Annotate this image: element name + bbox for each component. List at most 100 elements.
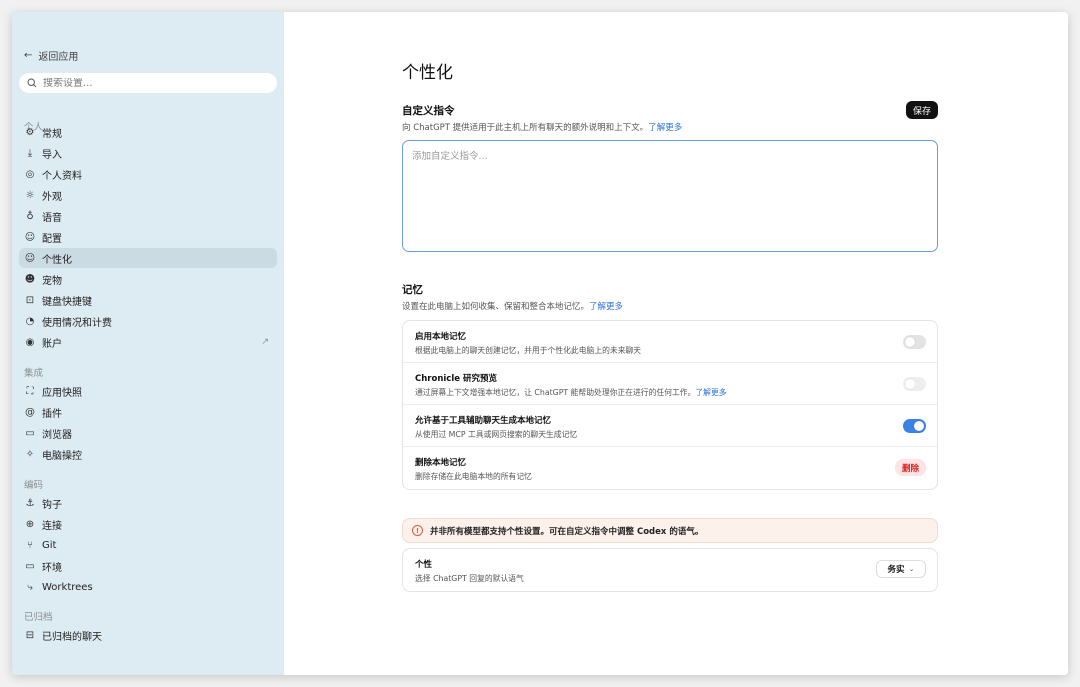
page-title: 个性化: [402, 63, 453, 83]
archive-icon: ⊟: [25, 629, 35, 641]
git-icon: ⑂: [27, 539, 33, 551]
external-link-icon: ↗: [261, 337, 269, 347]
row-title: 个性: [415, 560, 433, 570]
toggle-knob: [905, 337, 915, 347]
sidebar-item-archived-chats[interactable]: ⊟ 已归档的聊天: [19, 625, 277, 645]
sidebar-item-label: 应用快照: [42, 387, 82, 399]
search-input[interactable]: [43, 77, 263, 89]
sidebar-item-label: 账户: [42, 338, 62, 350]
sidebar-item-label: 键盘快捷键: [42, 296, 92, 308]
sidebar-item-environment[interactable]: ▭ 环境: [19, 556, 277, 576]
search-box: [19, 73, 277, 93]
sidebar-item-connections[interactable]: ⊕ 连接: [19, 514, 277, 534]
row-title: Chronicle 研究预览: [415, 374, 497, 384]
sidebar: ← 返回应用 个人 ⚙常规 ⤓导入 ◎个人资料 ☼外观 ♁语音 ☺配置 ☺个性化…: [12, 12, 284, 675]
sidebar-item-label: 环境: [42, 562, 62, 574]
sidebar-item-appearance[interactable]: ☼ 外观: [19, 185, 277, 205]
desc-text: 向 ChatGPT 提供适用于此主机上所有聊天的额外说明和上下文。: [402, 123, 649, 133]
sidebar-item-label: 钩子: [42, 499, 62, 511]
sidebar-item-label: 外观: [42, 191, 62, 203]
sidebar-item-worktrees[interactable]: ⤷ Worktrees: [19, 577, 277, 597]
sparkle-icon: ✧: [25, 448, 35, 460]
save-button[interactable]: 保存: [906, 101, 938, 119]
section-archived: 已归档: [24, 612, 53, 623]
learn-more-link[interactable]: 了解更多: [589, 302, 623, 312]
row-desc-text: 通过屏幕上下文增强本地记忆，让 ChatGPT 能帮助处理你正在进行的任何工作。: [415, 388, 696, 397]
sidebar-item-personalization[interactable]: ☺ 个性化: [19, 248, 277, 268]
sidebar-item-pet[interactable]: ☻ 宠物: [19, 269, 277, 289]
sidebar-item-label: Worktrees: [42, 581, 93, 593]
row-desc: 从使用过 MCP 工具或网页搜索的聊天生成记忆: [415, 430, 578, 439]
learn-more-link[interactable]: 了解更多: [648, 123, 682, 133]
sidebar-item-git[interactable]: ⑂ Git: [19, 535, 277, 555]
memory-row-chronicle: Chronicle 研究预览 通过屏幕上下文增强本地记忆，让 ChatGPT 能…: [403, 363, 937, 405]
snapshot-icon: ⛶: [26, 385, 34, 397]
sidebar-item-computer-control[interactable]: ✧ 电脑操控: [19, 444, 277, 464]
sidebar-item-label: Git: [42, 539, 57, 551]
chronicle-toggle[interactable]: [903, 377, 926, 391]
gear-icon: ⚙: [25, 126, 35, 138]
personality-dropdown[interactable]: 务实 ⌄: [876, 560, 926, 578]
smile-icon: ☺: [24, 252, 36, 264]
warning-text: 并非所有模型都支持个性设置。可在自定义指令中调整 Codex 的语气。: [430, 526, 704, 537]
toggle-knob: [914, 421, 924, 431]
back-label: 返回应用: [38, 52, 79, 63]
gauge-icon: ◔: [25, 315, 35, 327]
account-icon: ◉: [25, 336, 35, 348]
anchor-icon: ⚓: [25, 497, 35, 509]
sidebar-item-label: 常规: [42, 128, 62, 140]
toggle-knob: [905, 379, 915, 389]
row-desc: 选择 ChatGPT 回复的默认语气: [415, 574, 524, 583]
keyboard-icon: ⊡: [25, 294, 35, 306]
sidebar-item-label: 浏览器: [42, 429, 72, 441]
sidebar-item-config[interactable]: ☺ 配置: [19, 227, 277, 247]
sidebar-item-profile[interactable]: ◎ 个人资料: [19, 164, 277, 184]
enable-memory-toggle[interactable]: [903, 335, 926, 349]
sidebar-item-label: 使用情况和计费: [42, 317, 112, 329]
search-icon: [27, 78, 37, 88]
chevron-down-icon: ⌄: [908, 565, 915, 573]
sun-icon: ☼: [25, 189, 35, 201]
dropdown-value: 务实: [887, 565, 905, 575]
custom-instructions-input[interactable]: [402, 140, 938, 252]
browser-icon: ▭: [25, 427, 35, 439]
sidebar-item-plugins[interactable]: @ 插件: [19, 402, 277, 422]
memory-desc: 设置在此电脑上如何收集、保留和整合本地记忆。了解更多: [402, 300, 623, 312]
import-icon: ⤓: [27, 147, 33, 159]
row-title: 启用本地记忆: [415, 332, 467, 342]
profile-icon: ◎: [25, 168, 35, 180]
back-to-app-link[interactable]: ← 返回应用: [24, 48, 78, 63]
sidebar-item-general[interactable]: ⚙ 常规: [19, 122, 277, 142]
sidebar-item-account[interactable]: ◉ 账户 ↗: [19, 332, 277, 352]
tool-memory-toggle[interactable]: [903, 419, 926, 433]
sidebar-item-voice[interactable]: ♁ 语音: [19, 206, 277, 226]
memory-row-tool-assisted: 允许基于工具辅助聊天生成本地记忆 从使用过 MCP 工具或网页搜索的聊天生成记忆: [403, 405, 937, 447]
row-title: 删除本地记忆: [415, 458, 467, 468]
memory-row-delete: 删除本地记忆 删除存储在此电脑本地的所有记忆 删除: [403, 447, 937, 489]
sidebar-item-label: 个人资料: [42, 170, 82, 182]
sidebar-item-snapshot[interactable]: ⛶ 应用快照: [19, 381, 277, 401]
sidebar-item-label: 已归档的聊天: [42, 631, 102, 643]
personality-row: 个性 选择 ChatGPT 回复的默认语气 务实 ⌄: [403, 549, 937, 591]
row-desc: 通过屏幕上下文增强本地记忆，让 ChatGPT 能帮助处理你正在进行的任何工作。…: [415, 387, 937, 398]
delete-memory-button[interactable]: 删除: [895, 459, 926, 476]
globe-icon: ⊕: [25, 518, 35, 530]
sidebar-item-hooks[interactable]: ⚓ 钩子: [19, 493, 277, 513]
sidebar-item-browser[interactable]: ▭ 浏览器: [19, 423, 277, 443]
row-title: 允许基于工具辅助聊天生成本地记忆: [415, 416, 552, 426]
worktree-icon: ⤷: [27, 581, 33, 593]
arrow-left-icon: ←: [24, 50, 33, 61]
sidebar-item-usage[interactable]: ◔ 使用情况和计费: [19, 311, 277, 331]
section-coding: 编码: [24, 480, 44, 491]
sidebar-item-import[interactable]: ⤓ 导入: [19, 143, 277, 163]
row-desc: 删除存储在此电脑本地的所有记忆: [415, 472, 532, 481]
learn-more-link[interactable]: 了解更多: [695, 388, 726, 397]
custom-instructions-heading: 自定义指令: [402, 105, 455, 117]
memory-settings-card: 启用本地记忆 根据此电脑上的聊天创建记忆，并用于个性化此电脑上的未来聊天 Chr…: [402, 320, 938, 490]
memory-heading: 记忆: [402, 284, 423, 296]
mic-icon: ♁: [26, 210, 34, 222]
sidebar-item-shortcuts[interactable]: ⊡ 键盘快捷键: [19, 290, 277, 310]
sidebar-item-label: 语音: [42, 212, 62, 224]
sidebar-item-label: 配置: [42, 233, 62, 245]
warning-icon: !: [412, 525, 423, 536]
